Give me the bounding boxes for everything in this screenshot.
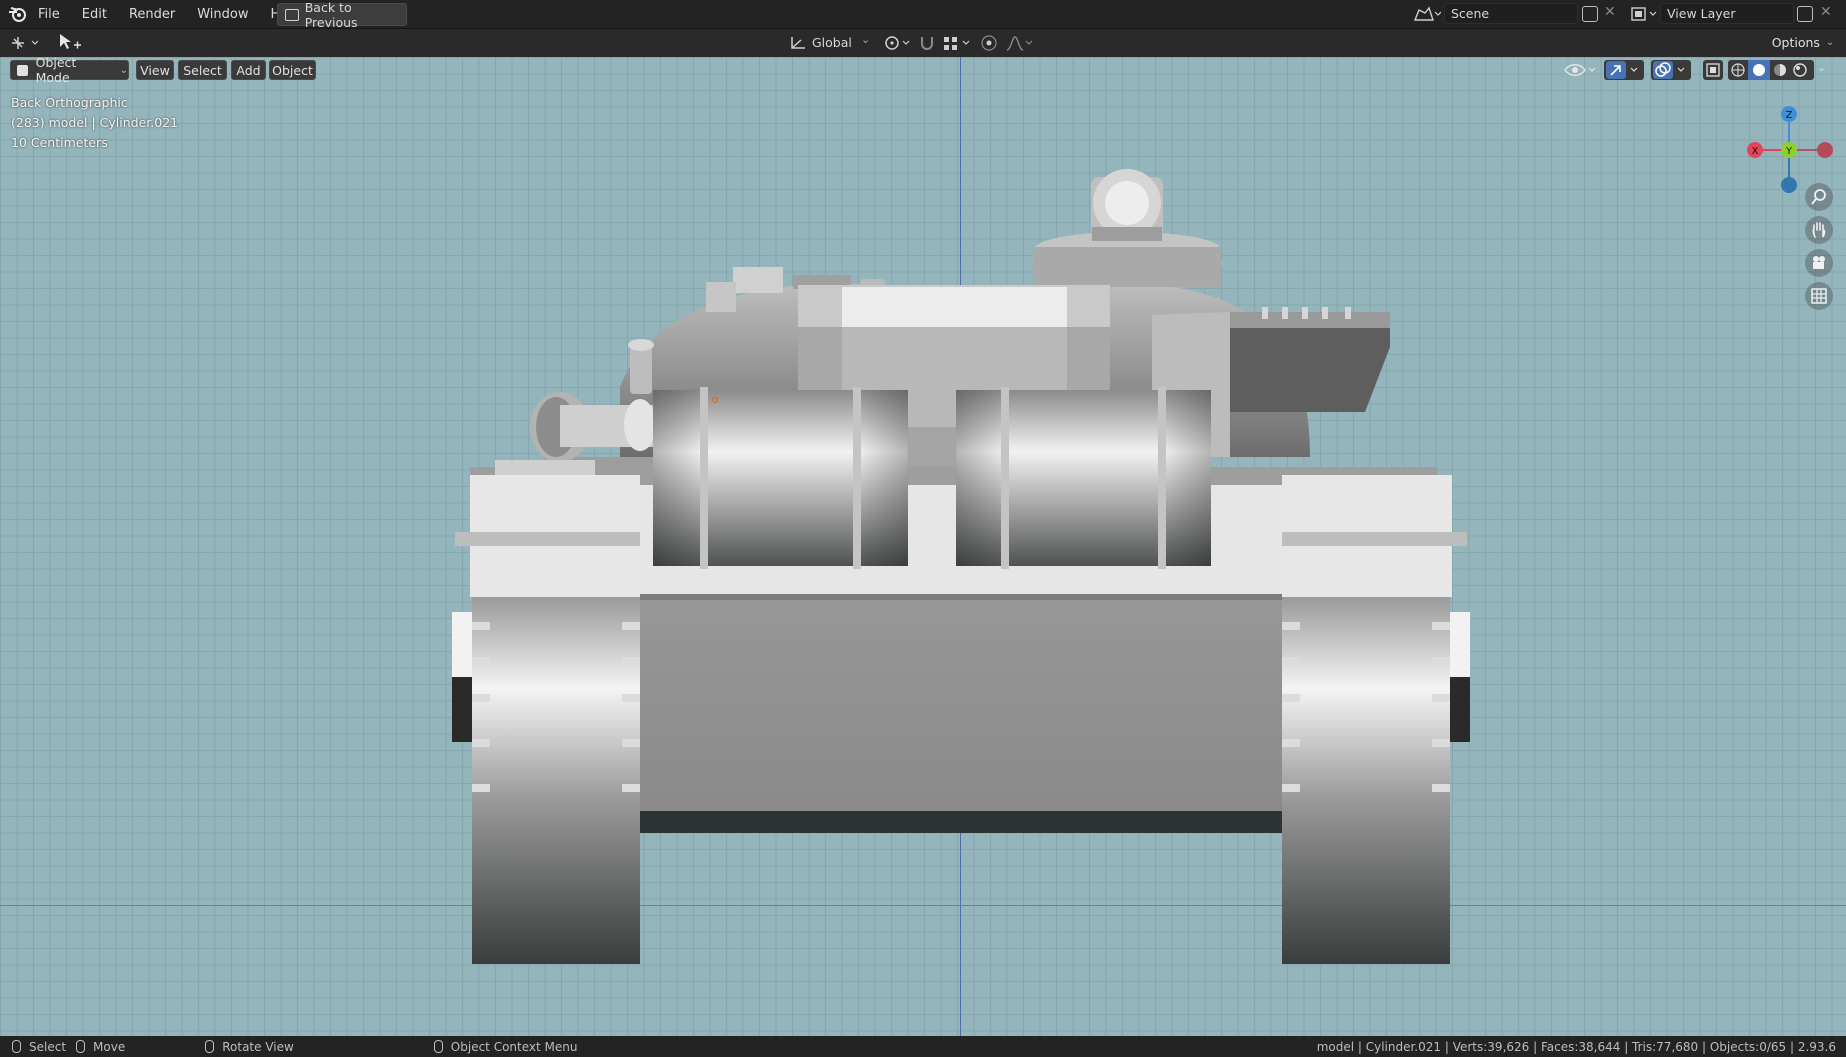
left-track bbox=[472, 597, 640, 964]
scene-selector-icon[interactable] bbox=[1413, 5, 1441, 23]
proportional-editing-icon[interactable] bbox=[980, 34, 998, 52]
editor-type-icon[interactable] bbox=[10, 35, 42, 51]
status-rotate-view: Rotate View bbox=[222, 1039, 294, 1054]
left-drum-band-1 bbox=[700, 387, 708, 569]
scene-statistics: model | Cylinder.021 | Verts:39,626 | Fa… bbox=[1316, 1039, 1836, 1054]
tank-model[interactable] bbox=[0, 57, 1846, 1036]
periscope-base bbox=[1092, 227, 1162, 241]
mouse-middle-icon bbox=[76, 1040, 86, 1053]
status-bar: Select Move Rotate View Object Context M… bbox=[0, 1036, 1846, 1057]
transform-orientation-dropdown[interactable]: Global bbox=[812, 35, 852, 50]
status-move: Move bbox=[93, 1039, 126, 1054]
back-to-previous-button[interactable]: Back to Previous bbox=[277, 0, 407, 30]
new-view-layer-icon[interactable] bbox=[1797, 6, 1813, 22]
mouse-left-icon bbox=[12, 1040, 21, 1053]
turret-bustle-highlight bbox=[842, 287, 1067, 327]
options-dropdown[interactable]: Options ⌄ bbox=[1766, 32, 1840, 52]
right-track bbox=[1282, 597, 1450, 964]
scene-name: Scene bbox=[1451, 6, 1490, 21]
armor-rail bbox=[1230, 312, 1390, 328]
menu-file[interactable]: File bbox=[38, 7, 60, 22]
exhaust-stack-top bbox=[628, 339, 654, 351]
tool-settings-bar: Global ⌄ Options ⌄ bbox=[0, 29, 1846, 57]
mouse-right-icon bbox=[205, 1040, 215, 1053]
periscope-lens bbox=[1105, 181, 1149, 225]
left-drum-band-2 bbox=[853, 387, 861, 569]
left-fuel-drum-shade bbox=[653, 390, 908, 566]
chevron-down-icon: ⌄ bbox=[861, 33, 871, 46]
left-mudflap-dark bbox=[452, 677, 472, 742]
3d-viewport[interactable]: Object Mode ⌄ View Select Add Object ⌄ B… bbox=[0, 57, 1846, 1036]
view-layer-name: View Layer bbox=[1667, 6, 1736, 21]
view-layer-selector-icon[interactable] bbox=[1630, 5, 1658, 23]
menu-edit[interactable]: Edit bbox=[82, 7, 107, 22]
hull-seam bbox=[640, 594, 1282, 600]
exhaust-flange bbox=[624, 399, 656, 451]
right-drum-band-2 bbox=[1158, 387, 1166, 569]
status-context-menu: Object Context Menu bbox=[450, 1039, 578, 1054]
status-select: Select bbox=[29, 1039, 67, 1054]
chevron-down-icon: ⌄ bbox=[1825, 36, 1835, 48]
turret-side-box bbox=[706, 282, 736, 312]
delete-view-layer-icon[interactable]: ✕ bbox=[1820, 4, 1832, 20]
turret-armor-dark bbox=[1230, 315, 1390, 412]
back-to-previous-label: Back to Previous bbox=[304, 0, 358, 30]
right-fuel-drum-shade bbox=[956, 390, 1211, 566]
snap-target-icon[interactable] bbox=[942, 34, 972, 52]
menu-window[interactable]: Window bbox=[197, 7, 248, 22]
pivot-point-icon[interactable] bbox=[883, 34, 913, 52]
new-scene-icon[interactable] bbox=[1582, 6, 1598, 22]
scene-name-field[interactable]: Scene bbox=[1444, 3, 1578, 24]
right-mudflap-dark bbox=[1450, 677, 1470, 742]
right-drum-band-1 bbox=[1001, 387, 1009, 569]
drum-bracket bbox=[908, 427, 956, 467]
snap-toggle-icon[interactable] bbox=[918, 34, 936, 52]
delete-scene-icon[interactable]: ✕ bbox=[1604, 4, 1616, 20]
menu-render[interactable]: Render bbox=[129, 7, 175, 22]
blender-logo-icon[interactable] bbox=[8, 5, 28, 23]
mouse-context-icon bbox=[433, 1040, 443, 1053]
cupola-ring bbox=[1033, 247, 1221, 287]
transform-orientation-icon bbox=[791, 37, 805, 49]
view-layer-field[interactable]: View Layer bbox=[1660, 3, 1794, 24]
hull-bottom bbox=[640, 811, 1282, 833]
fullscreen-icon bbox=[285, 8, 299, 21]
exhaust-stack bbox=[630, 344, 652, 394]
left-fender-lip bbox=[455, 532, 640, 546]
turret-box-1 bbox=[733, 267, 783, 293]
select-tool-icon[interactable] bbox=[58, 33, 82, 53]
proportional-falloff-icon[interactable] bbox=[1005, 34, 1035, 52]
options-label: Options bbox=[1771, 34, 1820, 50]
top-bar: File Edit Render Window Help Back to Pre… bbox=[0, 0, 1846, 30]
right-fender-lip bbox=[1282, 532, 1467, 546]
